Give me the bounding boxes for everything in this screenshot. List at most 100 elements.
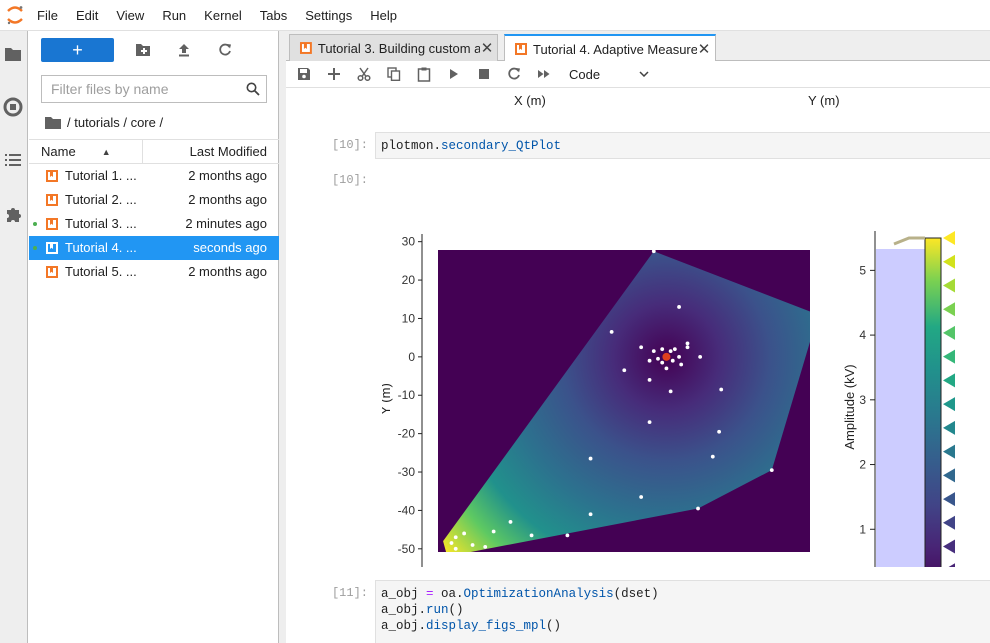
stop-icon[interactable] — [469, 61, 499, 88]
file-list-item[interactable]: Tutorial 2. ... 2 months ago — [29, 188, 279, 212]
colorbar-gradient-stop-handle[interactable] — [943, 231, 955, 245]
file-list-item[interactable]: Tutorial 5. ... 2 months ago — [29, 260, 279, 284]
notebook-icon — [515, 43, 527, 55]
folder-icon[interactable] — [45, 116, 61, 129]
cut-icon[interactable] — [349, 61, 379, 88]
restart-icon[interactable] — [499, 61, 529, 88]
tab-tutorial-4[interactable]: Tutorial 4. Adaptive Measure ✕ — [504, 34, 716, 62]
colorbar-gradient-stop-handle[interactable] — [943, 254, 955, 269]
notebook-panel: X (m) Y (m) [10]: plotmon.secondary_QtPl… — [286, 89, 990, 643]
code-cell-input[interactable]: plotmon.secondary_QtPlot — [375, 132, 990, 159]
file-list-item[interactable]: Tutorial 4. ... seconds ago — [29, 236, 279, 260]
sample-point — [647, 377, 652, 382]
minimum-marker — [662, 352, 671, 361]
sample-point — [453, 546, 458, 551]
input-prompt: [11]: — [331, 586, 368, 600]
refresh-icon[interactable] — [213, 38, 237, 62]
file-filter-input[interactable] — [42, 76, 240, 102]
breadcrumb-path[interactable]: / tutorials / core / — [67, 115, 163, 130]
paste-icon[interactable] — [409, 61, 439, 88]
copy-icon[interactable] — [379, 61, 409, 88]
close-icon[interactable]: ✕ — [697, 41, 711, 58]
colorbar-gradient-stop-handle[interactable] — [943, 302, 955, 317]
sample-point — [565, 533, 570, 538]
extension-icon[interactable] — [2, 203, 24, 225]
close-icon[interactable]: ✕ — [480, 40, 494, 57]
file-filter-box — [41, 75, 267, 103]
running-icon[interactable] — [2, 96, 24, 118]
colorbar-gradient-stop-handle[interactable] — [943, 444, 955, 459]
file-name: Tutorial 3. ... — [65, 216, 137, 231]
run-icon[interactable] — [439, 61, 469, 88]
cell-type-dropdown[interactable]: Code — [569, 63, 649, 85]
code-cell-input[interactable]: a_obj = oa.OptimizationAnalysis(dset) a_… — [375, 580, 990, 643]
sample-point — [660, 360, 665, 365]
menu-file[interactable]: File — [28, 0, 67, 31]
notebook-icon — [46, 194, 58, 206]
notebook-toolbar: Code — [286, 61, 990, 88]
menu-run[interactable]: Run — [153, 0, 195, 31]
panel-splitter[interactable] — [279, 31, 286, 643]
sample-point — [453, 535, 458, 540]
chevron-down-icon — [639, 71, 649, 77]
toc-icon[interactable] — [2, 149, 24, 171]
sample-point — [685, 345, 690, 350]
colorbar-handle-top[interactable] — [893, 236, 925, 246]
new-folder-icon[interactable] — [131, 38, 155, 62]
colorbar-gradient-stop-handle[interactable] — [943, 325, 955, 340]
colorbar — [924, 237, 942, 595]
colorbar-gradient-stop-handle[interactable] — [943, 373, 955, 388]
y-tick-label: -30 — [398, 465, 416, 479]
colorbar-gradient-stop-handle[interactable] — [943, 468, 955, 483]
jupyter-logo-icon — [2, 0, 28, 31]
new-launcher-button[interactable]: + — [41, 38, 114, 62]
sample-point — [639, 495, 644, 499]
column-header-modified[interactable]: Last Modified — [143, 140, 279, 163]
colorbar-gradient-stop-handle[interactable] — [943, 278, 955, 293]
previous-output-axis-labels: X (m) Y (m) — [286, 93, 990, 109]
sample-point — [449, 541, 454, 545]
running-indicator-icon — [33, 246, 37, 250]
colorbar-gradient-stop-handle[interactable] — [943, 349, 955, 364]
colorbar-gradient-stop-handle[interactable] — [943, 539, 955, 554]
threshold-region — [876, 249, 926, 595]
sample-point — [651, 249, 656, 254]
menu-tabs[interactable]: Tabs — [251, 0, 296, 31]
sample-point — [491, 529, 496, 534]
menu-kernel[interactable]: Kernel — [195, 0, 251, 31]
colorbar-gradient-stop-handle[interactable] — [943, 420, 955, 435]
sample-point — [717, 429, 722, 434]
colorbar-gradient-stop-handle[interactable] — [943, 563, 955, 578]
colorbar-gradient-stop-handle[interactable] — [943, 397, 955, 412]
colorbar-tick-label: 4 — [859, 328, 866, 342]
notebook-icon — [46, 266, 58, 278]
sample-point — [719, 387, 724, 392]
file-list-item[interactable]: Tutorial 1. ... 2 months ago — [29, 164, 279, 188]
save-icon[interactable] — [289, 61, 319, 88]
menu-view[interactable]: View — [107, 0, 153, 31]
sample-point — [529, 533, 534, 538]
file-modified: 2 months ago — [188, 168, 267, 183]
sample-point — [677, 354, 681, 359]
column-header-name[interactable]: Name ▲ — [29, 140, 143, 163]
file-browser-toolbar: + — [41, 38, 237, 62]
menu-settings[interactable]: Settings — [296, 0, 361, 31]
search-icon[interactable] — [240, 76, 266, 102]
tab-tutorial-3[interactable]: Tutorial 3. Building custom a ✕ — [289, 34, 498, 61]
folder-icon[interactable] — [2, 43, 24, 65]
file-name: Tutorial 2. ... — [65, 192, 137, 207]
y-tick-label: -40 — [398, 503, 416, 517]
sample-point — [656, 356, 660, 361]
add-cell-icon[interactable] — [319, 61, 349, 88]
colorbar-gradient-stop-handle[interactable] — [943, 515, 955, 530]
sample-point — [769, 468, 774, 473]
upload-icon[interactable] — [172, 38, 196, 62]
fast-forward-icon[interactable] — [529, 61, 559, 88]
file-list-item[interactable]: Tutorial 3. ... 2 minutes ago — [29, 212, 279, 236]
main-area: Tutorial 3. Building custom a ✕ Tutorial… — [286, 31, 990, 643]
colorbar-gradient-stop-handle[interactable] — [943, 492, 955, 507]
notebook-icon — [46, 242, 58, 254]
menu-edit[interactable]: Edit — [67, 0, 107, 31]
sample-point — [508, 520, 513, 524]
menu-help[interactable]: Help — [361, 0, 406, 31]
